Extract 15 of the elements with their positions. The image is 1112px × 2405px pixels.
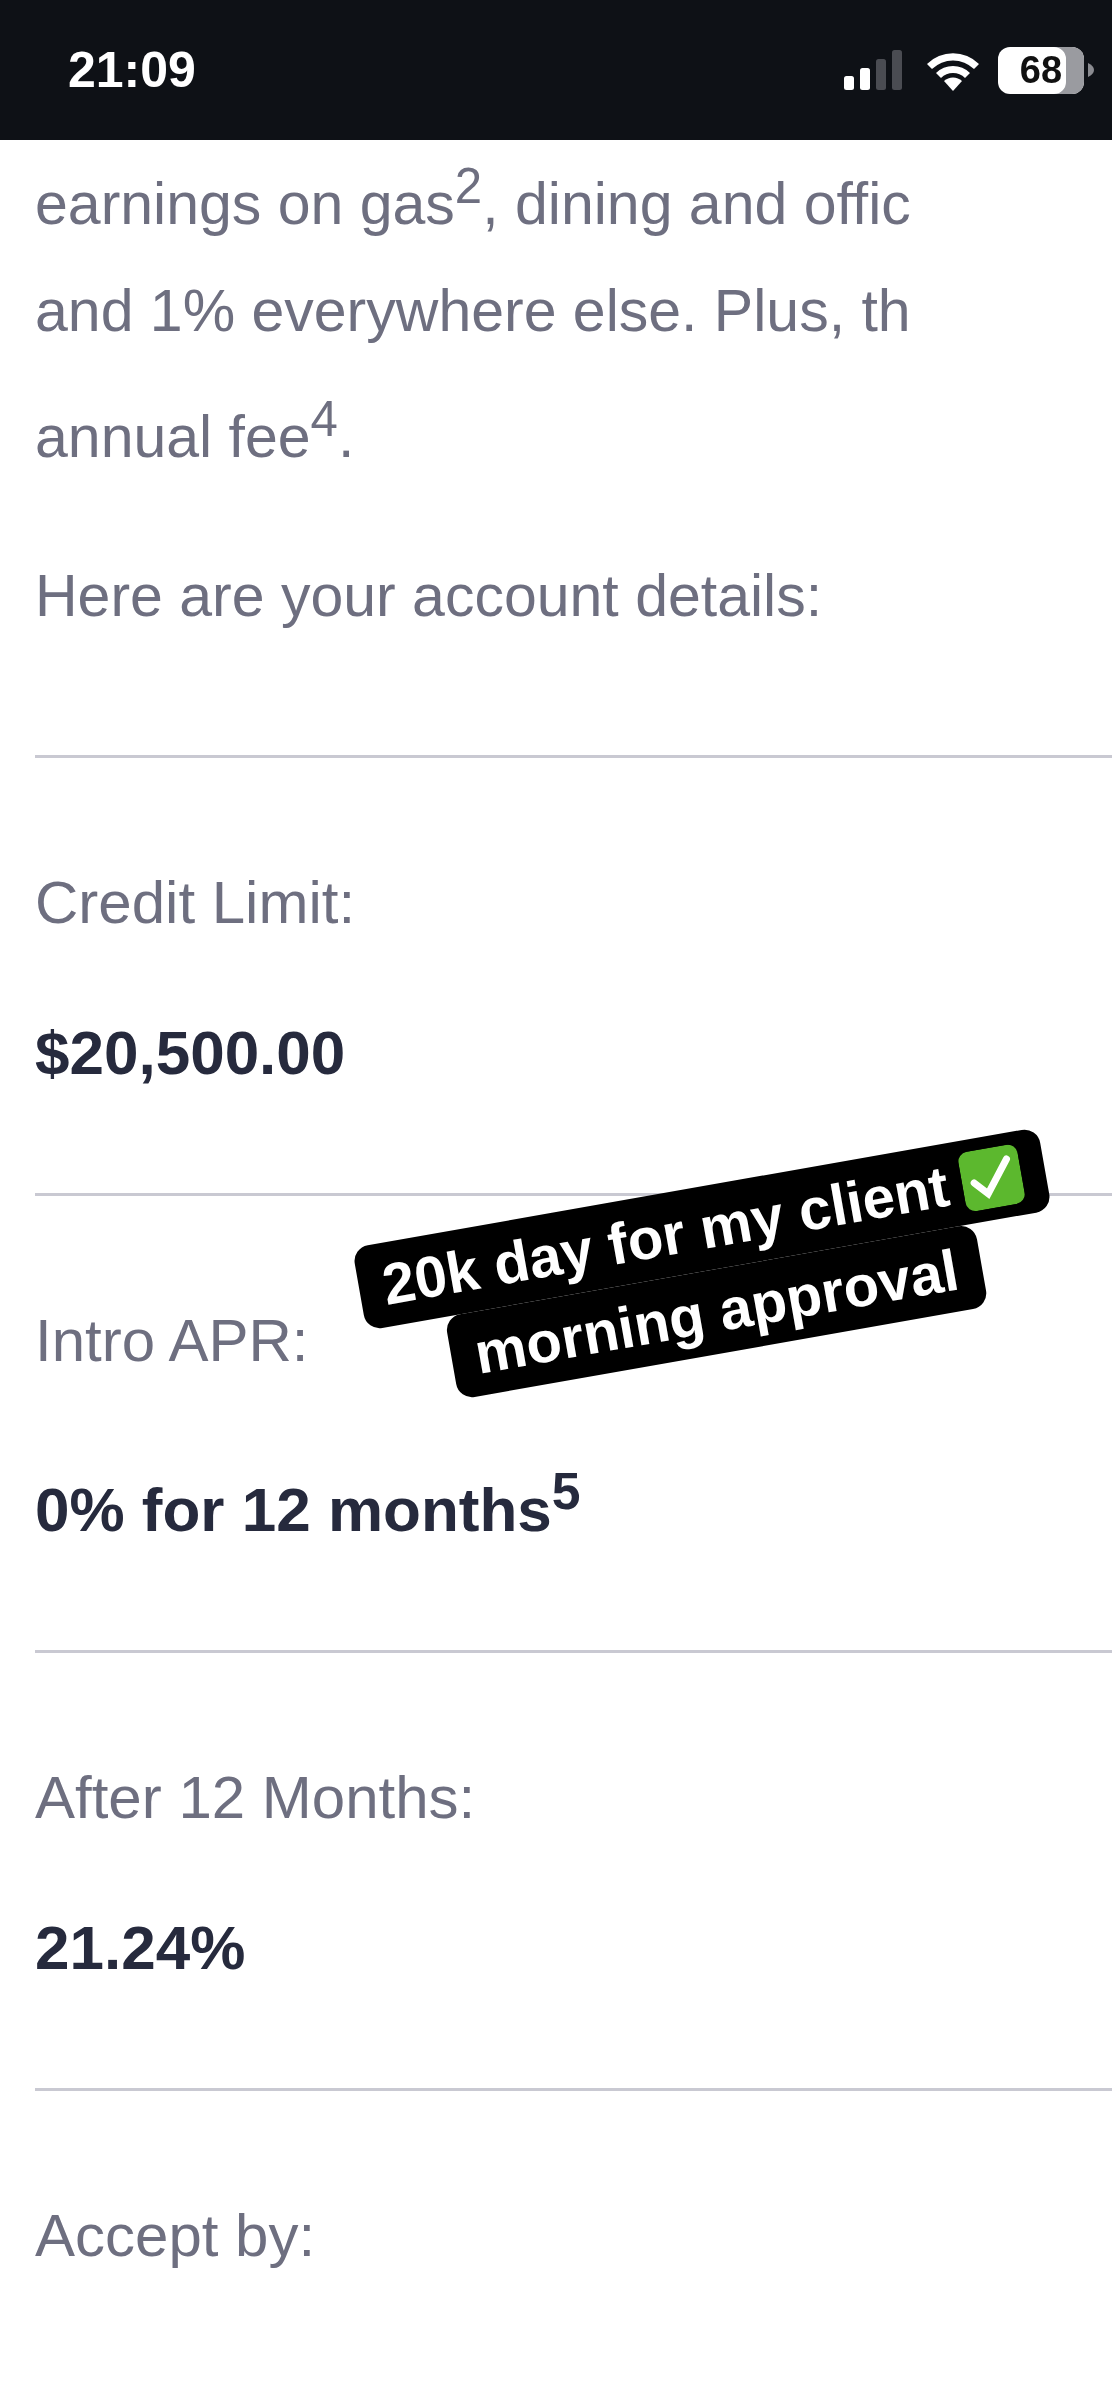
section-heading: Here are your account details:: [35, 562, 824, 632]
detail-value: $20,500.00: [35, 1018, 346, 1089]
status-time: 21:09: [68, 41, 196, 99]
detail-label: Intro APR:: [35, 1306, 309, 1377]
detail-label: After 12 Months:: [35, 1762, 476, 1833]
body-text: and 1% everywhere else. Plus, th: [35, 276, 912, 346]
battery-tip-icon: [1088, 63, 1094, 77]
body-text: annual fee$^{4}$.: [35, 389, 356, 472]
detail-label: Accept by:: [35, 2200, 316, 2271]
detail-value: 21.24%: [35, 1912, 246, 1983]
battery-indicator: 68: [998, 46, 1084, 94]
detail-value: 0% for 12 months$^{5}$: [35, 1461, 581, 1545]
detail-label: Credit Limit:: [35, 868, 356, 939]
signal-icon: [844, 50, 902, 90]
body-text: earnings on gas$^{2}$, dining and offic: [35, 157, 912, 239]
